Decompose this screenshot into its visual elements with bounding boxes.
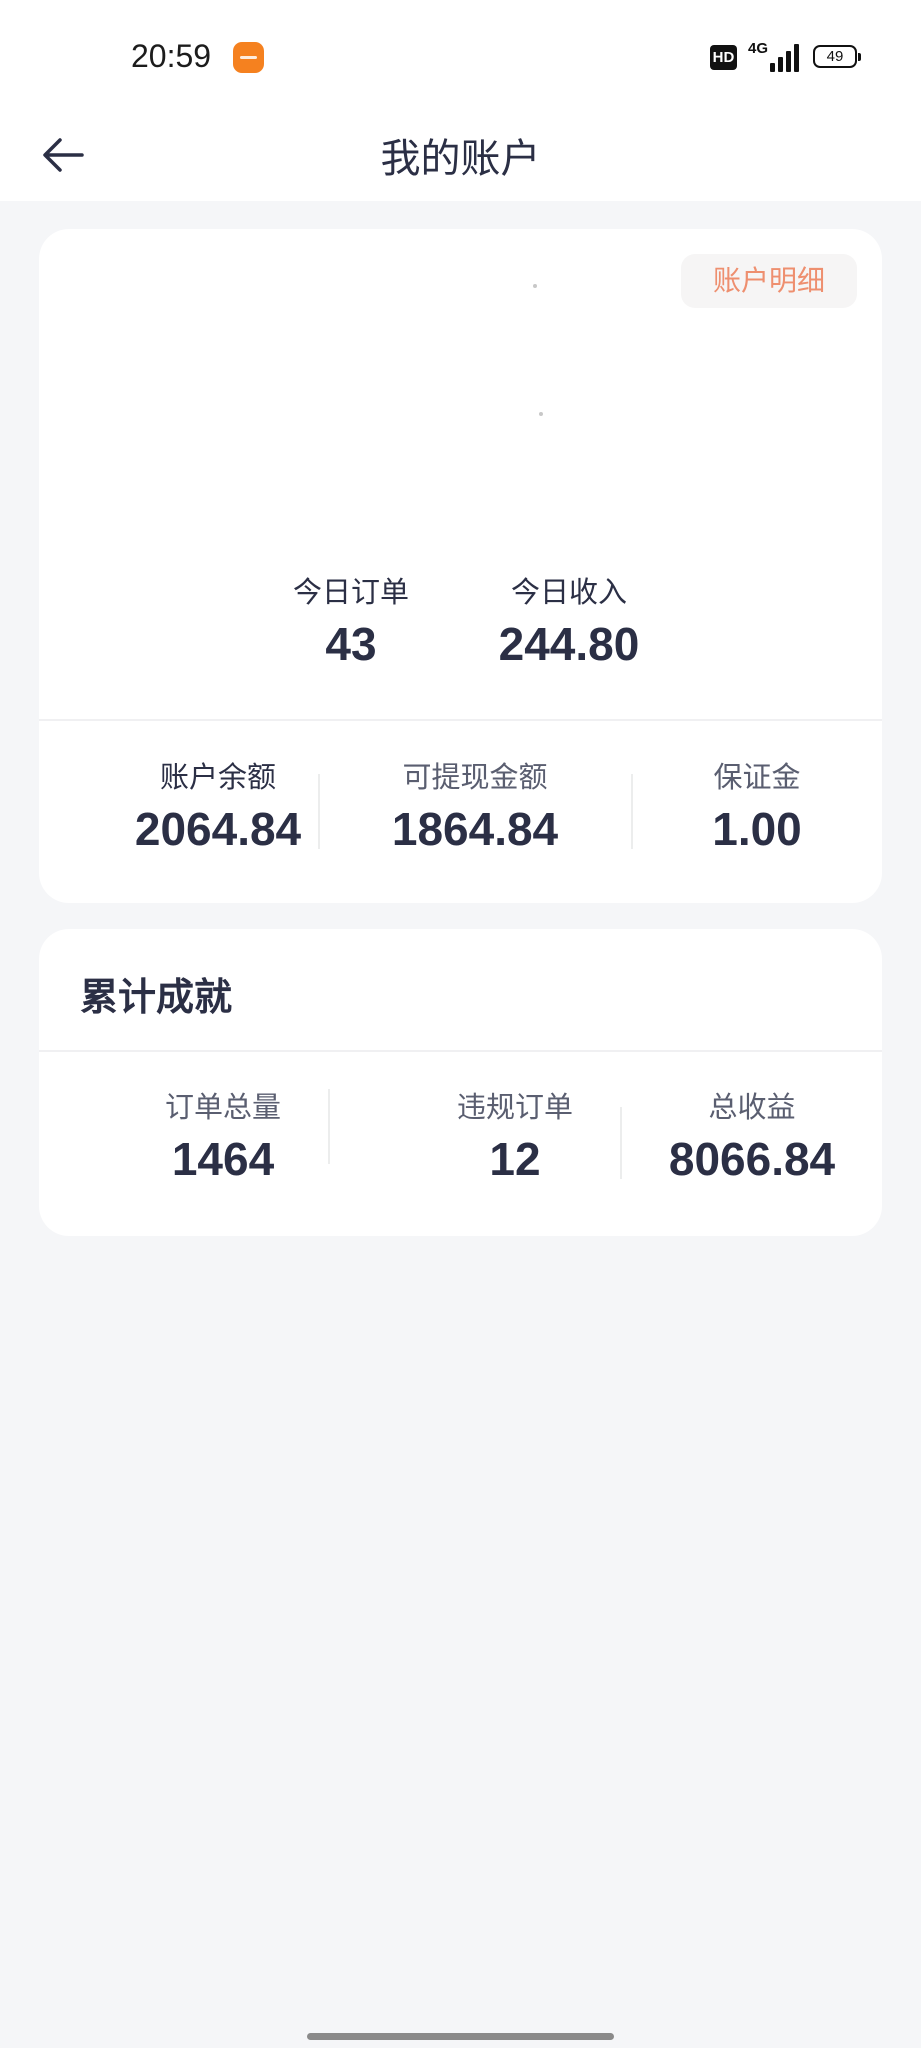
stat-value: 8066.84 [668,1133,836,1185]
stat-value: 1.00 [712,803,802,855]
stat-value: 1464 [171,1133,275,1185]
section-title: 累计成就 [80,975,233,1019]
withdrawable-amount-stat: 可提现金额 1864.84 [345,759,605,857]
stat-label: 可提现金额 [402,760,548,794]
header-area: 20:59 HD 4G 49 我的账户 [0,0,921,201]
stat-label: 账户余额 [159,760,276,794]
account-balance-stat: 账户余额 2064.84 [88,759,348,857]
today-income-stat: 今日收入 244.80 [469,574,669,672]
stat-label: 今日订单 [292,575,409,609]
divider [39,719,882,721]
violation-orders-stat: 违规订单 12 [385,1089,645,1187]
stat-value: 244.80 [498,618,640,670]
home-indicator[interactable] [307,2033,614,2040]
signal-strength-icon [770,44,800,72]
deposit-stat: 保证金 1.00 [627,759,887,857]
stat-value: 12 [489,1133,541,1185]
stat-label: 订单总量 [164,1090,281,1124]
stat-value: 1864.84 [391,803,559,855]
account-detail-button[interactable]: 账户明细 [681,254,857,308]
decorative-dot [533,284,537,288]
battery-icon: 49 [813,45,861,68]
stat-label: 今日收入 [510,575,627,609]
total-orders-stat: 订单总量 1464 [93,1089,353,1187]
stat-value: 2064.84 [134,803,302,855]
today-orders-stat: 今日订单 43 [251,574,451,672]
app-notification-icon [233,42,264,73]
divider [318,774,320,849]
total-earnings-stat: 总收益 8066.84 [622,1089,882,1187]
status-time: 20:59 [131,38,212,74]
achievements-card: 累计成就 订单总量 1464 违规订单 12 总收益 8066.84 [39,929,882,1236]
stat-label: 违规订单 [456,1090,573,1124]
divider [39,1050,882,1052]
account-card: 账户明细 今日订单 43 今日收入 244.80 账户余额 2064.84 可提… [39,229,882,903]
divider [328,1089,330,1164]
network-type-label: 4G [748,40,769,57]
hd-icon: HD [710,45,737,70]
stat-label: 保证金 [713,760,801,794]
status-bar: 20:59 HD 4G 49 [0,0,921,110]
page-title: 我的账户 [380,136,541,182]
stat-label: 总收益 [708,1090,796,1124]
nav-bar: 我的账户 [0,110,921,201]
decorative-dot [539,412,543,416]
stat-value: 43 [325,618,377,670]
